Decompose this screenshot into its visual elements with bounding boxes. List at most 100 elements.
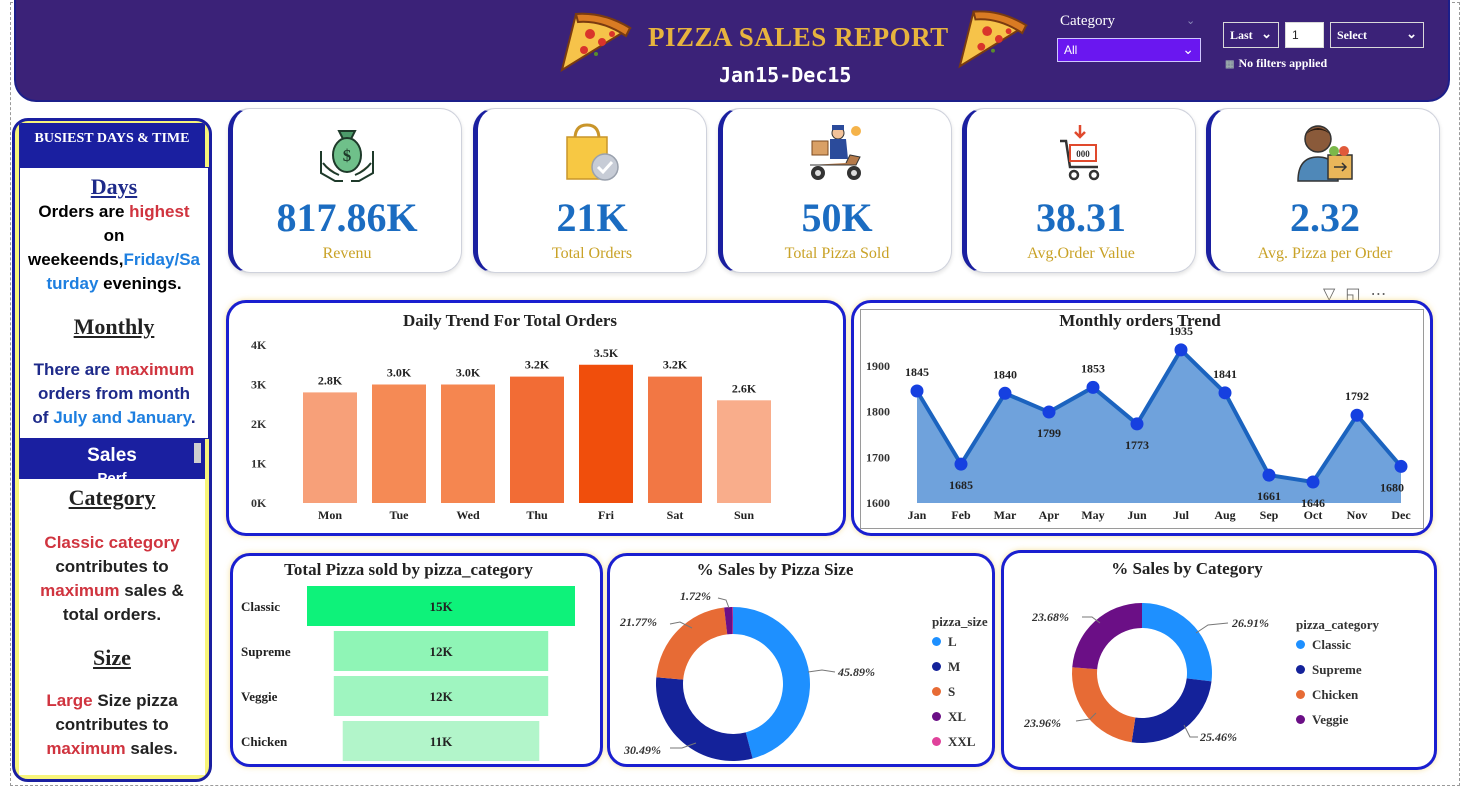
sales-by-size-chart[interactable]: % Sales by Pizza Size 45.89% 30.49% 21.77%… bbox=[607, 553, 995, 767]
kpi-card-revenue[interactable]: $ 817.86K Revenu bbox=[228, 108, 462, 273]
category-heading: Category bbox=[68, 485, 156, 510]
legend-title: pizza_category bbox=[1296, 617, 1380, 632]
x-tick-label: Wed bbox=[456, 508, 480, 522]
legend-item[interactable]: Veggie bbox=[1296, 712, 1348, 728]
x-tick-label: Jan bbox=[908, 508, 927, 522]
days-heading: Days bbox=[90, 174, 138, 199]
legend-item[interactable]: XL bbox=[932, 709, 966, 725]
data-label: 1845 bbox=[905, 365, 929, 379]
legend-item[interactable]: M bbox=[932, 659, 960, 675]
relative-unit-value: Select bbox=[1337, 28, 1367, 42]
monthly-text-part: of bbox=[32, 408, 54, 427]
data-label: 1685 bbox=[949, 478, 973, 492]
category-highlight: maximum bbox=[40, 581, 120, 600]
y-tick-label: 2K bbox=[251, 417, 267, 431]
x-tick-label: Apr bbox=[1039, 508, 1060, 522]
leader-line bbox=[1195, 622, 1229, 634]
relative-period-dropdown[interactable]: Last ⌄ bbox=[1223, 22, 1279, 48]
busiest-days-panel[interactable]: Days Orders are highest on weekeends,Fri… bbox=[19, 167, 209, 439]
x-tick-label: Thu bbox=[526, 508, 548, 522]
monthly-highlight: maximum bbox=[114, 360, 195, 379]
report-header: PIZZA SALES REPORT Jan15-Dec15 Category … bbox=[14, 0, 1450, 102]
x-tick-label: Sep bbox=[1260, 508, 1279, 522]
legend-item[interactable]: S bbox=[932, 684, 955, 700]
category-filter-dropdown[interactable]: All ⌄ bbox=[1057, 38, 1201, 62]
monthly-trend-chart[interactable]: Monthly orders Trend 1600 1700 1800 1900 184… bbox=[851, 300, 1433, 536]
legend-title: pizza_size bbox=[932, 614, 988, 629]
donut-slice bbox=[1142, 603, 1212, 682]
donut-slice bbox=[656, 607, 728, 680]
days-text-part: Orders are bbox=[38, 202, 130, 221]
bar bbox=[717, 400, 771, 503]
legend-item[interactable]: Classic bbox=[1296, 637, 1351, 653]
data-label: 23.96% bbox=[1023, 716, 1061, 730]
legend-label: M bbox=[948, 659, 961, 674]
x-tick-label: Tue bbox=[390, 508, 410, 522]
data-point bbox=[1042, 405, 1056, 419]
legend-swatch bbox=[932, 662, 941, 671]
chevron-down-icon: ⌄ bbox=[1406, 26, 1417, 41]
y-tick-label: 1700 bbox=[866, 450, 890, 464]
x-tick-label: Mar bbox=[994, 508, 1017, 522]
y-tick-label: 1600 bbox=[866, 496, 890, 510]
kpi-card-total-orders[interactable]: 21K Total Orders bbox=[473, 108, 707, 273]
y-tick-label: Chicken bbox=[241, 734, 288, 749]
data-label: 25.46% bbox=[1199, 730, 1237, 744]
pizza-sold-by-category-chart[interactable]: Total Pizza sold by pizza_category 15K Cl… bbox=[230, 553, 603, 767]
x-tick-label: Dec bbox=[1391, 508, 1411, 522]
data-point bbox=[1130, 417, 1144, 431]
scrollbar-thumb[interactable] bbox=[194, 443, 201, 463]
data-point bbox=[954, 457, 968, 471]
sales-by-category-chart[interactable]: % Sales by Category 26.91% 25.46% 23.96% 23… bbox=[1001, 550, 1437, 770]
legend-item[interactable]: Supreme bbox=[1296, 662, 1362, 678]
data-point bbox=[1218, 386, 1232, 400]
data-label: 1935 bbox=[1169, 324, 1193, 338]
x-tick-label: May bbox=[1081, 508, 1104, 522]
monthly-text-part: . bbox=[190, 408, 196, 427]
x-tick-label: Jul bbox=[1173, 508, 1190, 522]
legend-item[interactable]: XXL bbox=[932, 734, 975, 750]
legend-swatch bbox=[1296, 690, 1305, 699]
data-label: 3.5K bbox=[594, 346, 619, 360]
y-tick-label: 4K bbox=[251, 338, 267, 352]
sales-performance-panel[interactable]: Category Classic category contributes to… bbox=[19, 479, 205, 775]
kpi-value: 817.86K bbox=[276, 195, 418, 240]
legend-swatch bbox=[932, 687, 941, 696]
data-label: 12K bbox=[429, 689, 453, 704]
kpi-card-avg-order-value[interactable]: 000 38.31 Avg.Order Value bbox=[962, 108, 1196, 273]
bar bbox=[372, 384, 426, 503]
monthly-heading: Monthly bbox=[73, 314, 155, 339]
x-tick-label: Nov bbox=[1347, 508, 1368, 522]
chevron-down-icon[interactable]: ⌄ bbox=[1186, 14, 1195, 27]
legend-item[interactable]: Chicken bbox=[1296, 687, 1358, 703]
data-point bbox=[1306, 475, 1320, 489]
legend-label: Veggie bbox=[1312, 712, 1349, 727]
data-label: 1799 bbox=[1037, 426, 1061, 440]
kpi-card-avg-pizza-per-order[interactable]: 2.32 Avg. Pizza per Order bbox=[1206, 108, 1440, 273]
data-label: 11K bbox=[430, 734, 453, 749]
legend-swatch bbox=[932, 712, 941, 721]
legend-swatch bbox=[1296, 640, 1305, 649]
category-filter-label: Category bbox=[1060, 13, 1115, 29]
report-date-range: Jan15-Dec15 bbox=[719, 63, 852, 87]
svg-text:000: 000 bbox=[1076, 149, 1090, 159]
kpi-value: 2.32 bbox=[1290, 195, 1360, 240]
category-text-part: contributes to bbox=[55, 557, 169, 576]
x-tick-label: Jun bbox=[1127, 508, 1147, 522]
kpi-card-total-pizza-sold[interactable]: 50K Total Pizza Sold bbox=[718, 108, 952, 273]
daily-trend-chart[interactable]: Daily Trend For Total Orders 0K 1K 2K 3K 4K 2… bbox=[226, 300, 846, 536]
legend-item[interactable]: L bbox=[932, 634, 957, 650]
sales-heading-text: Sales bbox=[87, 445, 137, 466]
data-point bbox=[1394, 459, 1408, 473]
kpi-label: Total Pizza Sold bbox=[784, 245, 890, 262]
legend-label: Supreme bbox=[1312, 662, 1362, 677]
x-tick-label: Sun bbox=[734, 508, 754, 522]
data-label: 1.72% bbox=[680, 589, 711, 603]
calendar-icon: ▦ bbox=[1225, 59, 1235, 70]
data-label: 1661 bbox=[1257, 489, 1281, 503]
relative-unit-dropdown[interactable]: Select ⌄ bbox=[1330, 22, 1424, 48]
relative-count-input[interactable]: 1 bbox=[1285, 22, 1324, 48]
x-tick-label: Feb bbox=[951, 508, 971, 522]
monthly-highlight: July and January bbox=[53, 408, 191, 427]
data-point bbox=[1086, 380, 1100, 394]
